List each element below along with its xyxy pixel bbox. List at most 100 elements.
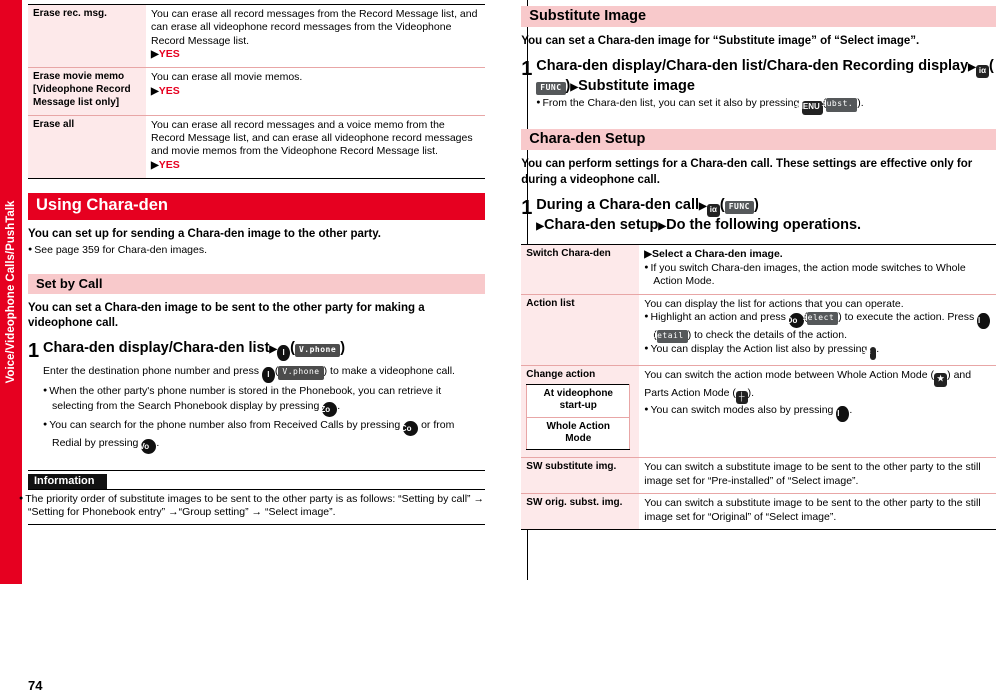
confirm-line: ▶YES [151,48,180,61]
arrow-icon: ▶ [968,62,976,74]
row-value: You can switch a substitute image to be … [639,493,996,531]
table-row: Erase all You can erase all record messa… [28,115,486,179]
step-number: 1 [521,58,533,81]
row-line: You can display the list for actions tha… [644,297,904,310]
row-key: Action list [521,294,640,367]
step-1-setup: 1 During a Chara-den call▶ iα(FUNC) ▶Char… [521,197,996,234]
step-bullet: When the other party's phone number is s… [43,384,485,417]
step-title: Chara-den display/Chara-den list/Chara-d… [536,58,994,95]
table-row: SW substitute img. You can switch a subs… [521,457,996,495]
table-row: SW orig. subst. img. You can switch a su… [521,493,996,531]
step-title: During a Chara-den call▶ iα(FUNC) ▶Chara-… [536,196,862,233]
arrow-icon: ▶ [151,85,159,97]
sub-heading-substitute-image: Substitute Image [521,6,996,27]
confirm-line: ▶YES [151,84,180,97]
arrow-icon: ▶ [570,82,579,93]
l-key-icon: l [977,313,991,330]
bullet-icon [644,311,650,323]
softkey-label: Detail [652,330,688,344]
softkey-label: V.phone [278,366,324,381]
sub-heading-set-by-call: Set by Call [28,273,486,294]
arrow-icon: ▶ [644,248,652,260]
information-top-rule [28,469,486,471]
asterisk-key-icon: ✱ [864,347,877,361]
row-value: You can erase all movie memos. ▶YES [146,67,486,116]
step-1-left: 1 Chara-den display/Chara-den list▶ l(V.p… [28,340,485,454]
arrow-icon: ▶ [151,49,159,61]
row-key: Change action At videophone start-up Who… [521,365,640,459]
step-bullet: From the Chara-den list, you can set it … [536,96,996,116]
row-line: You can display the Action list also by … [644,343,991,361]
step-description: Enter the destination phone number and p… [43,364,485,384]
arrow-icon: ▶ [536,220,544,232]
row-key: SW substitute img. [521,457,640,495]
parts-action-mode-icon: ┼ [735,390,748,404]
zo-key-icon: Zo [320,401,338,417]
action-mode-mini-table: At videophone start-up Whole Action Mode [526,384,631,451]
l-key-icon: l [836,405,850,422]
vo-key-icon: Vo [139,438,157,454]
sub-lead: You can set a Chara-den image to be sent… [28,301,425,330]
ialpha-key-icon: iα [706,203,720,217]
page-columns: Erase rec. msg. You can erase all record… [19,0,996,697]
information-box: Information The priority order of substi… [19,469,486,526]
chara-den-setup-table: Switch Chara-den ▶Select a Chara-den ima… [521,243,996,531]
arrow-icon: ▶ [699,200,707,212]
erase-options-table: Erase rec. msg. You can erase all record… [28,3,486,179]
row-line: If you switch Chara-den images, the acti… [644,262,991,289]
softkey-label: V.phone [294,344,341,358]
information-body: The priority order of substitute images … [19,488,486,526]
bullet-icon [644,404,650,416]
row-line: You can switch the action mode between W… [644,369,991,404]
softkey-label: Select [802,312,839,326]
step-1-substitute: 1 Chara-den display/Chara-den list/Chara… [521,58,996,116]
row-key: Switch Chara-den [521,243,640,295]
mini-table-row: At videophone start-up [526,384,631,418]
row-key: SW orig. subst. img. [521,493,640,531]
softkey-label: FUNC [536,82,566,95]
substitute-lead: You can set a Chara-den image for “Subst… [521,35,920,47]
step-number: 1 [28,340,40,363]
co-key-icon: Co [401,420,419,436]
table-row: Switch Chara-den ▶Select a Chara-den ima… [521,243,996,295]
step-title: Chara-den display/Chara-den list▶ l(V.pho… [43,340,485,362]
row-value: You can display the list for actions tha… [639,294,996,367]
step-number: 1 [521,196,533,219]
row-value: You can erase all record messages and a … [146,115,486,179]
right-column: Substitute Image You can set a Chara-den… [521,0,996,697]
table-row: Action list You can display the list for… [521,294,996,367]
softkey-label: FUNC [724,200,754,214]
arrow-icon: ▶ [151,159,159,171]
whole-action-mode-icon: ★ [933,373,948,387]
row-line: ▶Select a Chara-den image. [644,247,783,260]
ialpha-key-icon: iα [975,65,989,78]
table-row: Change action At videophone start-up Who… [521,365,996,459]
table-row: Erase movie memo [Videophone Record Mess… [28,67,486,116]
step-bullet: You can search for the phone number also… [43,418,485,454]
bullet-icon [644,343,650,355]
section-heading-using-chara-den: Using Chara-den [28,192,486,220]
row-line: Highlight an action and press Oo(Select)… [644,311,991,344]
arrow-icon: ▶ [269,344,278,356]
information-header: Information [28,473,107,489]
row-key: Erase movie memo [Videophone Record Mess… [28,67,146,116]
arrow-icon: ▶ [658,220,667,232]
menu-key-icon: MENU [796,101,823,116]
mini-cell: Whole Action Mode [526,416,631,451]
table-row: Erase rec. msg. You can erase all record… [28,3,486,69]
setup-lead: You can perform settings for a Chara-den… [521,158,973,186]
section-lead: You can set up for sending a Chara-den i… [28,227,381,240]
mini-cell: At videophone start-up [526,384,631,418]
left-column: Erase rec. msg. You can erase all record… [19,0,503,697]
row-value: You can switch a substitute image to be … [639,457,996,495]
row-value: You can erase all record messages from t… [146,3,486,69]
section-note: See page 359 for Chara-den images. [28,244,485,258]
l-key-icon: l [261,367,275,384]
row-key: Erase all [28,115,146,179]
row-line: You can switch modes also by pressing l. [644,404,991,422]
softkey-label: Subst. [821,98,858,113]
mini-table-row: Whole Action Mode [526,416,631,451]
l-key-icon: l [277,345,291,362]
row-value: ▶Select a Chara-den image. If you switch… [639,243,996,295]
row-value: You can switch the action mode between W… [639,365,996,459]
